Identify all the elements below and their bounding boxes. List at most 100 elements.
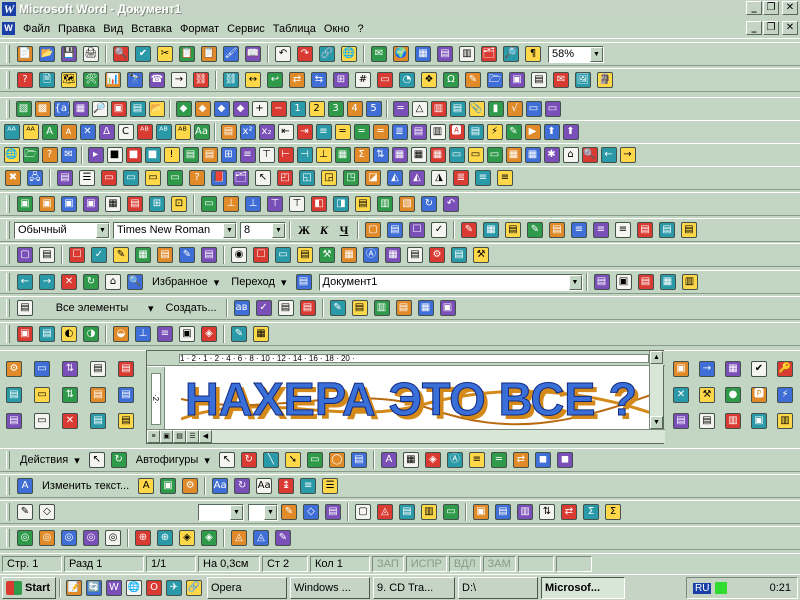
rightpal-button-1[interactable]: →	[694, 356, 720, 382]
style-select[interactable]: Обычный ▼	[14, 221, 110, 239]
maximize-button[interactable]: ❐	[763, 1, 779, 15]
insert-button-4[interactable]: 🔎	[90, 99, 109, 119]
wordart-button-7[interactable]: ≡	[297, 476, 319, 496]
layout-button-1[interactable]: ▣	[36, 194, 58, 214]
shadow-button-8[interactable]: ◈	[198, 528, 220, 548]
horizontal-scrollbar[interactable]: ≡ ▣ ▤ ☰ ◀	[147, 429, 665, 443]
vertical-ruler[interactable]: ·2·	[147, 367, 165, 429]
text-button-12[interactable]: x²	[238, 122, 257, 142]
forms-button-2[interactable]: ☐	[66, 245, 88, 265]
leftpal-button-0[interactable]: ⚙	[0, 356, 28, 382]
task-drive-d[interactable]: D:\	[458, 576, 538, 599]
rightpal-button-9[interactable]: ⚡	[772, 382, 798, 408]
toolbar-grip[interactable]	[6, 221, 10, 239]
picture-button-9[interactable]: ✎	[228, 324, 250, 344]
tools-button-23[interactable]: ▤	[528, 70, 550, 90]
table-button-9[interactable]: ▤	[181, 145, 200, 165]
format-button-8[interactable]: ▤	[546, 220, 568, 240]
text-button-5[interactable]: Δ	[97, 122, 116, 142]
chevron-down-icon[interactable]: ▼	[230, 504, 243, 520]
draw-button-10[interactable]: Ⓐ	[444, 450, 466, 470]
scroll-up-button[interactable]: ▲	[650, 351, 663, 364]
select-objects-button[interactable]: ↖	[86, 450, 108, 470]
address-field[interactable]: Документ1 ▼	[318, 273, 583, 291]
status-overtype-flag[interactable]: ЗАМ	[482, 555, 516, 572]
layout-button-14[interactable]: ◨	[330, 194, 352, 214]
insert-button-6[interactable]: ▤	[128, 99, 147, 119]
table-button-12[interactable]: ≡	[238, 145, 257, 165]
layout-button-13[interactable]: ◧	[308, 194, 330, 214]
web-view-button[interactable]: ▣	[160, 430, 173, 443]
line-weight-select[interactable]: ▼	[248, 503, 278, 521]
doc-close-button[interactable]: ✕	[782, 21, 798, 35]
text-button-20[interactable]: ≣	[390, 122, 409, 142]
leftpal-button-8[interactable]: ▤	[84, 382, 112, 408]
text-button-1[interactable]: ᴬᴬ	[21, 122, 40, 142]
leftpal-button-14[interactable]: ▤	[112, 408, 140, 434]
webextra-button-0[interactable]: ▤	[591, 272, 613, 292]
text-button-21[interactable]: ▤	[409, 122, 428, 142]
text-button-18[interactable]: ═	[352, 122, 371, 142]
wordart-button-6[interactable]: ↨	[275, 476, 297, 496]
misc-button-16[interactable]: ◪	[362, 168, 384, 188]
borders-button-12[interactable]: ⇄	[558, 502, 580, 522]
show-only-web-toolbar-button[interactable]: ▤	[293, 272, 315, 292]
table-button-31[interactable]: ←	[599, 145, 618, 165]
misc-button-13[interactable]: ◱	[296, 168, 318, 188]
chevron-down-icon[interactable]: ▼	[568, 274, 582, 290]
borders-button-9[interactable]: ▤	[492, 502, 514, 522]
misc-button-12[interactable]: ◰	[274, 168, 296, 188]
table-button-17[interactable]: ▦	[333, 145, 352, 165]
tools-button-11[interactable]: ↩	[264, 70, 286, 90]
borders-button-8[interactable]: ▣	[470, 502, 492, 522]
insert-button-19[interactable]: ═	[391, 99, 410, 119]
toolbar-grip[interactable]	[6, 195, 10, 213]
tools-button-0[interactable]: ?	[14, 70, 36, 90]
tools-button-2[interactable]: 🗺	[58, 70, 80, 90]
chevron-down-icon[interactable]: ▼	[264, 504, 277, 520]
forms-button-6[interactable]: ▤	[154, 245, 176, 265]
toolbar-grip[interactable]	[6, 451, 10, 469]
free-rotate-button[interactable]: ↻	[108, 450, 130, 470]
tools-button-16[interactable]: ▭	[374, 70, 396, 90]
text-button-28[interactable]: ⬆	[542, 122, 561, 142]
quicklaunch-button-5[interactable]: ✈	[164, 578, 184, 598]
tools-button-4[interactable]: 📊	[102, 70, 124, 90]
document-icon[interactable]: W	[2, 22, 15, 35]
picture-button-7[interactable]: ▣	[176, 324, 198, 344]
standard-button-13[interactable]: 🔗	[316, 44, 338, 64]
insert-button-26[interactable]: ▭	[524, 99, 543, 119]
tools-button-3[interactable]: 🛠	[80, 70, 102, 90]
text-button-17[interactable]: ═	[333, 122, 352, 142]
draw-button-1[interactable]: ↻	[238, 450, 260, 470]
draw-button-3[interactable]: ➘	[282, 450, 304, 470]
font-select[interactable]: Times New Roman ▼	[113, 221, 237, 239]
wordart-button-1[interactable]: ▣	[157, 476, 179, 496]
picture-button-1[interactable]: ▤	[36, 324, 58, 344]
webextra-button-1[interactable]: ▣	[613, 272, 635, 292]
standard-button-19[interactable]: ▥	[456, 44, 478, 64]
refresh-button[interactable]: ↻	[80, 272, 102, 292]
go-menu[interactable]: Переход	[225, 276, 281, 288]
doc-minimize-button[interactable]: _	[746, 21, 762, 35]
back-button[interactable]: ←	[14, 272, 36, 292]
forms-button-15[interactable]: Ⓐ	[360, 245, 382, 265]
table-button-19[interactable]: ⇅	[371, 145, 390, 165]
text-button-10[interactable]: Aa	[192, 122, 211, 142]
text-button-8[interactable]: ᴬᴮ	[154, 122, 173, 142]
table-button-4[interactable]: ▸	[86, 145, 105, 165]
standard-button-7[interactable]: 📋	[176, 44, 198, 64]
insert-button-7[interactable]: 📂	[147, 99, 166, 119]
autotext-button-8[interactable]: ▦	[415, 298, 437, 318]
borders-button-7[interactable]: ▭	[440, 502, 462, 522]
favorites-menu[interactable]: Избранное	[146, 276, 214, 288]
insert-wordart-button[interactable]: A	[14, 476, 36, 496]
draw-button-15[interactable]: ◼	[554, 450, 576, 470]
leftpal-button-10[interactable]: ▤	[0, 408, 28, 434]
insert-button-15[interactable]: 2	[307, 99, 326, 119]
format-button-3[interactable]: ✓	[428, 220, 450, 240]
rightpal-button-7[interactable]: ●	[720, 382, 746, 408]
borders-button-3[interactable]: ▢	[352, 502, 374, 522]
layout-button-10[interactable]: ⊥	[242, 194, 264, 214]
text-button-25[interactable]: ⚡	[485, 122, 504, 142]
